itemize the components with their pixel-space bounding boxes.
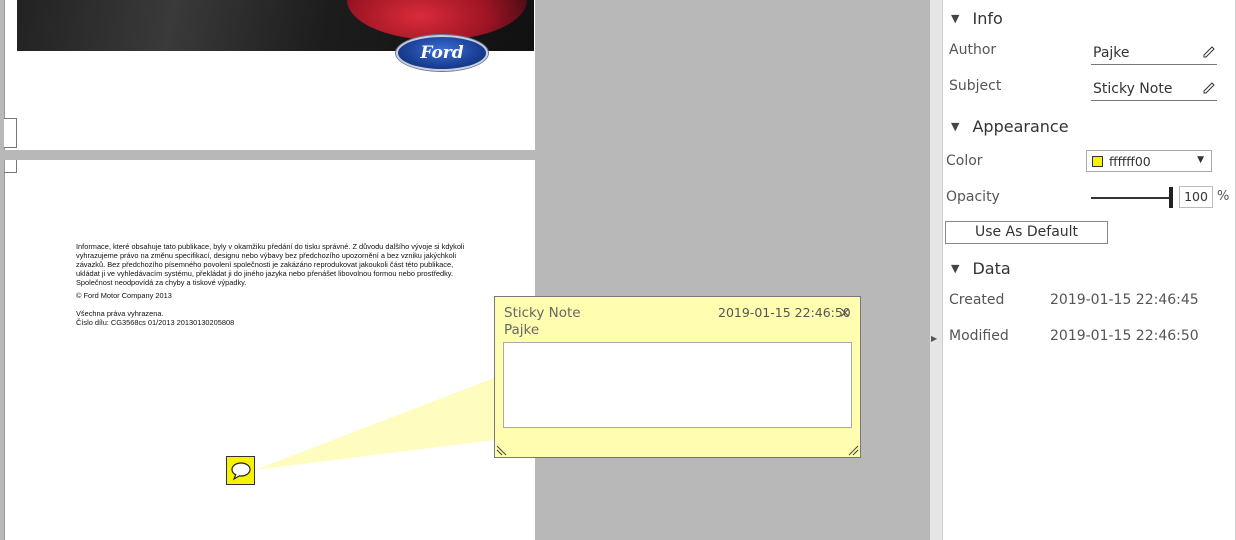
collapse-triangle-icon: ▼ — [951, 120, 960, 133]
modified-value: 2019-01-15 22:46:50 — [1050, 328, 1199, 344]
page-edge-marker — [4, 118, 17, 148]
color-dropdown[interactable]: ffffff00 ▼ — [1086, 150, 1212, 172]
legal-text-block: Informace, které obsahuje tato publikace… — [76, 242, 471, 327]
opacity-label: Opacity — [946, 189, 1000, 205]
ford-logo: Ford — [396, 35, 488, 71]
sticky-note-icon[interactable] — [226, 456, 255, 485]
opacity-slider-track[interactable] — [1091, 197, 1171, 199]
created-value: 2019-01-15 22:46:45 — [1050, 292, 1199, 308]
color-swatch — [1092, 156, 1103, 167]
color-label: Color — [946, 153, 983, 169]
section-appearance-title: Appearance — [972, 117, 1069, 136]
section-info-header[interactable]: ▼ Info — [951, 9, 1003, 28]
use-as-default-button[interactable]: Use As Default — [945, 221, 1108, 244]
modified-label: Modified — [949, 328, 1009, 344]
pencil-icon[interactable] — [1203, 82, 1215, 94]
section-data-title: Data — [972, 259, 1011, 278]
popup-subject: Sticky Note — [504, 305, 581, 321]
created-label: Created — [949, 292, 1005, 308]
popup-comment-textarea[interactable] — [503, 342, 852, 428]
properties-sidebar: ▼ Info Author Pajke Subject Sticky Note ▼… — [930, 0, 1236, 540]
subject-value: Sticky Note — [1093, 81, 1173, 97]
pencil-icon[interactable] — [1203, 46, 1215, 58]
section-appearance-header[interactable]: ▼ Appearance — [951, 117, 1069, 136]
author-label: Author — [949, 42, 997, 58]
section-info-title: Info — [972, 9, 1003, 28]
legal-paragraph: Informace, které obsahuje tato publikace… — [76, 242, 465, 288]
section-data-header[interactable]: ▼ Data — [951, 259, 1011, 278]
pdf-page-1: Ford — [4, 0, 535, 150]
sticky-note-popup[interactable]: Sticky Note Pajke 2019-01-15 22:46:50 × — [494, 296, 861, 458]
popup-author: Pajke — [504, 322, 540, 338]
collapse-triangle-icon: ▼ — [951, 12, 960, 25]
opacity-slider-thumb[interactable] — [1169, 187, 1173, 208]
subject-label: Subject — [949, 78, 1002, 94]
color-value: ffffff00 — [1109, 154, 1151, 169]
rights-line: Všechna práva vyhrazena. — [76, 308, 164, 318]
part-number-line: Číslo dílu: CG3568cs 01/2013 20130130205… — [76, 317, 235, 327]
resize-handle-icon[interactable] — [496, 445, 507, 456]
author-field[interactable]: Pajke — [1091, 44, 1217, 65]
annotation-properties-panel: ▼ Info Author Pajke Subject Sticky Note ▼… — [942, 0, 1236, 540]
car-body-image — [347, 0, 527, 40]
opacity-unit: % — [1217, 189, 1230, 204]
popup-date: 2019-01-15 22:46:50 — [718, 305, 851, 320]
collapse-triangle-icon[interactable]: ▶ — [931, 334, 937, 343]
author-value: Pajke — [1093, 45, 1130, 61]
copyright-line: © Ford Motor Company 2013 — [76, 291, 172, 301]
page-corner-marker — [4, 160, 17, 173]
pdf-page-2 — [4, 160, 535, 540]
collapse-triangle-icon: ▼ — [951, 262, 960, 275]
subject-field[interactable]: Sticky Note — [1091, 80, 1217, 101]
dropdown-arrow-icon: ▼ — [1197, 155, 1204, 165]
document-viewer[interactable]: Ford Informace, které obsahuje tato publ… — [0, 0, 930, 540]
close-icon[interactable]: × — [839, 305, 851, 321]
opacity-input[interactable]: 100 — [1179, 186, 1213, 208]
resize-handle-icon[interactable] — [848, 445, 859, 456]
speech-bubble-icon — [230, 461, 251, 480]
